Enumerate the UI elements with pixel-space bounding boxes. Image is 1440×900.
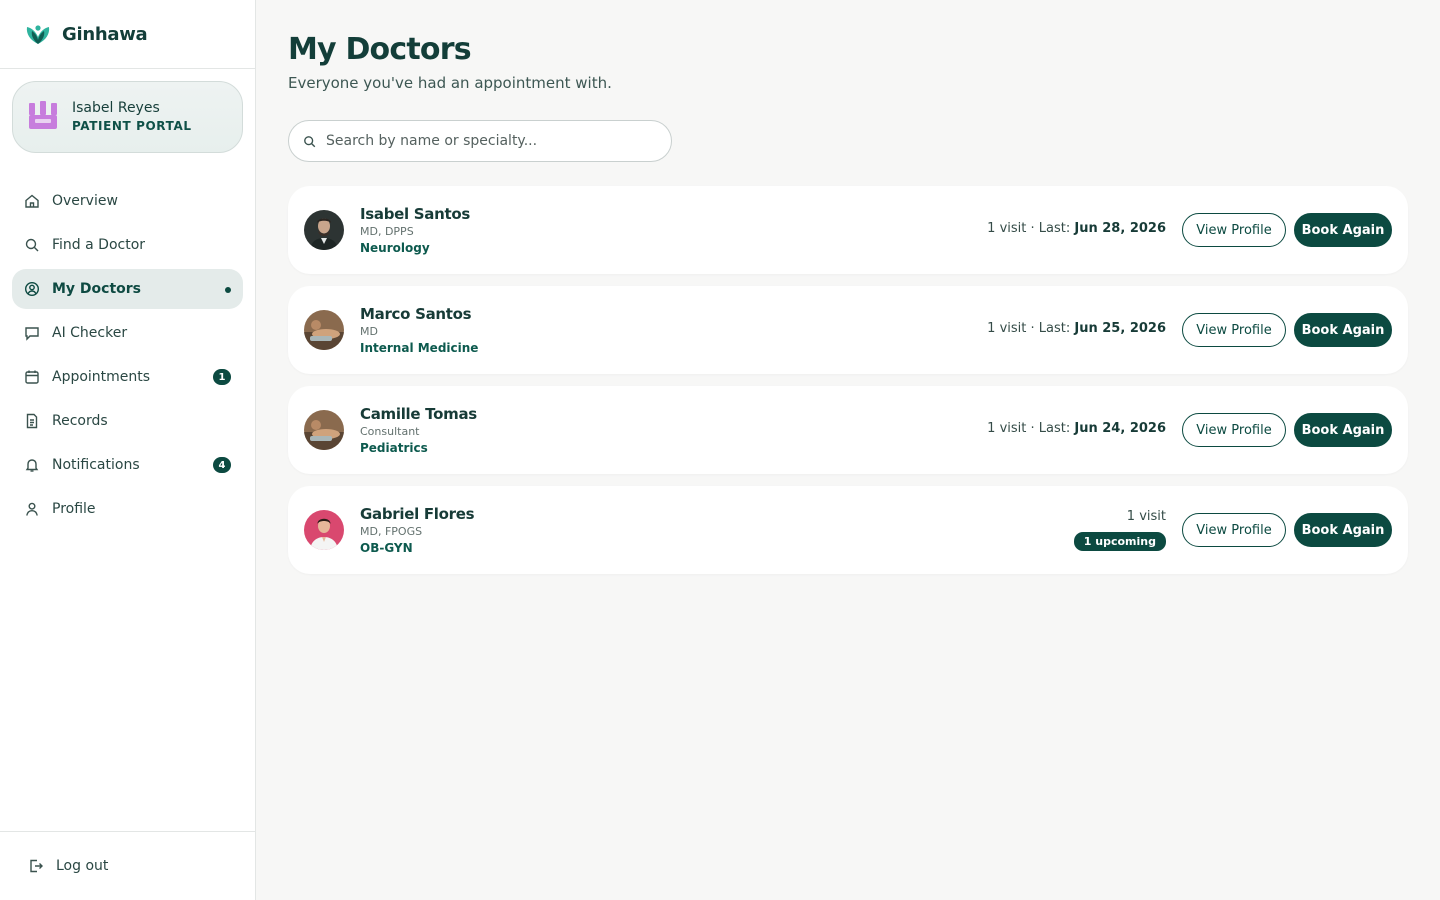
sidebar: Ginhawa Isabel Reyes PATIENT PORTAL Over… [0,0,256,900]
calendar-icon [25,370,39,384]
page-subtitle: Everyone you've had an appointment with. [288,74,612,92]
doctor-card: Marco Santos MD Internal Medicine 1 visi… [288,286,1408,374]
search-box[interactable] [288,120,672,162]
sidebar-item-overview[interactable]: Overview [12,181,243,221]
brand[interactable]: Ginhawa [0,0,255,69]
last-visit-label: Last: [1038,321,1071,336]
view-profile-button[interactable]: View Profile [1182,213,1286,247]
visit-count: 1 visit [987,221,1027,236]
doctor-name: Gabriel Flores [360,505,475,523]
visit-summary: 1 visit · Last: Jun 24, 2026 [987,421,1166,436]
search-icon [304,135,316,147]
sidebar-item-label: Records [52,413,108,429]
sidebar-item-my-doctors[interactable]: My Doctors [12,269,243,309]
last-visit-date: Jun 28, 2026 [1074,221,1166,236]
sidebar-item-label: Appointments [52,369,151,385]
sidebar-item-label: Profile [52,501,96,517]
doctor-card: Isabel Santos MD, DPPS Neurology 1 visit… [288,186,1408,274]
sidebar-item-label: AI Checker [52,325,128,341]
sidebar-item-label: Overview [52,193,118,209]
doctor-card: Camille Tomas Consultant Pediatrics 1 vi… [288,386,1408,474]
active-indicator-dot [225,287,231,293]
chat-icon [25,327,39,341]
notifications-count-badge: 4 [213,457,231,473]
doctor-name: Marco Santos [360,305,472,323]
sidebar-item-label: My Doctors [52,281,142,297]
sidebar-item-ai-checker[interactable]: AI Checker [12,313,243,353]
doctor-avatar [304,410,344,450]
doctor-credentials: MD, FPOGS [360,525,423,538]
doctor-card: Gabriel Flores MD, FPOGS OB-GYN 1 visit … [288,486,1408,574]
user-name: Isabel Reyes [72,99,160,116]
sidebar-item-label: Notifications [52,457,140,473]
sidebar-item-profile[interactable]: Profile [12,489,243,529]
view-profile-button[interactable]: View Profile [1182,313,1286,347]
doctor-specialty: Internal Medicine [360,341,479,355]
visit-count: 1 visit [987,421,1027,436]
user-avatar-icon [29,101,57,129]
sidebar-item-appointments[interactable]: Appointments 1 [12,357,243,397]
doctor-avatar [304,510,344,550]
sidebar-item-find-a-doctor[interactable]: Find a Doctor [12,225,243,265]
doctor-list: Isabel Santos MD, DPPS Neurology 1 visit… [288,186,1408,586]
search-icon [25,238,39,252]
visit-count: 1 visit [987,321,1027,336]
logout-button[interactable]: Log out [28,858,108,874]
visit-summary: 1 visit · Last: Jun 25, 2026 [987,321,1166,336]
home-icon [25,194,39,208]
sidebar-nav: Overview Find a Doctor My Doctors AI Che… [12,181,243,533]
ginhawa-logo-icon [26,25,50,44]
doctor-name: Isabel Santos [360,205,471,223]
last-visit-label: Last: [1038,421,1071,436]
search-input[interactable] [326,133,646,149]
book-again-button[interactable]: Book Again [1294,213,1392,247]
document-icon [26,413,38,429]
logout-label: Log out [56,858,109,874]
page-title: My Doctors [288,32,472,67]
last-visit-date: Jun 25, 2026 [1074,321,1166,336]
sidebar-item-notifications[interactable]: Notifications 4 [12,445,243,485]
brand-name: Ginhawa [62,23,148,45]
user-circle-icon [24,281,40,297]
sidebar-item-records[interactable]: Records [12,401,243,441]
bell-icon [25,459,39,472]
upcoming-badge: 1 upcoming [1073,532,1166,551]
doctor-name: Camille Tomas [360,405,477,423]
last-visit-label: Last: [1038,221,1071,236]
sidebar-item-label: Find a Doctor [52,237,146,253]
doctor-credentials: MD [360,325,378,338]
logout-icon [30,859,43,873]
doctor-specialty: Pediatrics [360,441,428,455]
book-again-button[interactable]: Book Again [1294,313,1392,347]
doctor-specialty: Neurology [360,241,430,255]
view-profile-button[interactable]: View Profile [1182,513,1286,547]
visit-summary: 1 visit 1 upcoming [1073,508,1166,551]
book-again-button[interactable]: Book Again [1294,413,1392,447]
visit-summary: 1 visit · Last: Jun 28, 2026 [987,221,1166,236]
last-visit-date: Jun 24, 2026 [1074,421,1166,436]
doctor-specialty: OB-GYN [360,541,413,555]
doctor-credentials: MD, DPPS [360,225,414,238]
visit-count: 1 visit [1126,509,1166,524]
user-card[interactable]: Isabel Reyes PATIENT PORTAL [12,81,243,153]
doctor-credentials: Consultant [360,425,420,438]
doctor-avatar [304,210,344,250]
view-profile-button[interactable]: View Profile [1182,413,1286,447]
person-icon [26,502,38,516]
book-again-button[interactable]: Book Again [1294,513,1392,547]
doctor-avatar [304,310,344,350]
sidebar-footer: Log out [0,831,255,900]
appointments-count-badge: 1 [213,369,231,385]
user-role: PATIENT PORTAL [72,118,192,133]
